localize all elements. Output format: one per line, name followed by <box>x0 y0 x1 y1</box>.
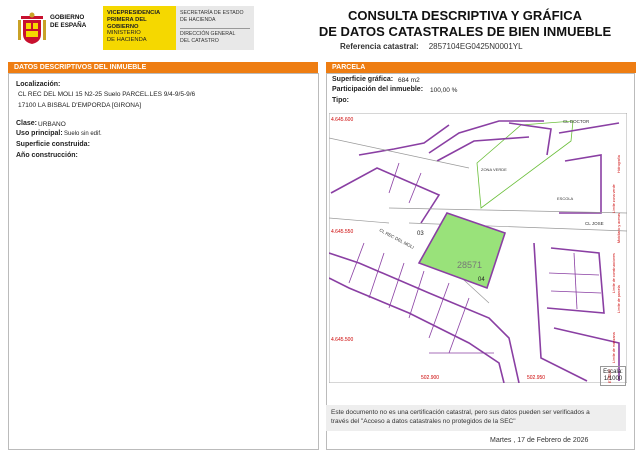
anio-construccion-label: Año construcción: <box>16 152 78 159</box>
disclaimer-notice: Este documento no es una certificación c… <box>326 405 626 431</box>
legend-4: Mobiliario y aceras <box>617 213 621 243</box>
parcel-number-04: 04 <box>478 277 485 283</box>
coord-northing-3: 4.645.500 <box>331 337 353 343</box>
yellow-line-1: VICEPRESIDENCIA <box>107 10 161 16</box>
right-section-title: PARCELA <box>326 62 636 73</box>
document-date: Martes , 17 de Febrero de 2026 <box>490 437 589 444</box>
clase-label: Clase: <box>16 120 38 127</box>
legend-2: Límite de parcela <box>617 285 621 313</box>
uso-label: Uso principal: <box>16 130 63 137</box>
scale-value: 1/1000 <box>603 376 623 382</box>
street-label-doctor: CL DOCTOR <box>563 119 590 124</box>
gov-name-2: DE ESPAÑA <box>50 21 87 29</box>
yellow-line-4: DE HACIENDA <box>107 37 147 43</box>
localizacion-label: Localización: <box>16 81 61 88</box>
gov-logo-block: GOBIERNO DE ESPAÑA VICEPRESIDENCIA PRIME… <box>8 6 254 50</box>
tipo-label: Tipo: <box>332 97 349 104</box>
uso-value: Suelo sin edif. <box>64 131 102 137</box>
notice-line-1: Este documento no es una certificación c… <box>331 409 590 416</box>
superficie-construida-label: Superficie construida: <box>16 141 90 148</box>
notice-line-2: través del "Acceso a datos catastrales n… <box>331 418 516 425</box>
coord-easting-1: 502.900 <box>421 375 439 381</box>
coord-northing-1: 4.645.600 <box>331 117 353 123</box>
legend-5: Límite zona verde <box>612 184 616 213</box>
gov-name-1: GOBIERNO <box>50 14 85 21</box>
document-title: CONSULTA DESCRIPTIVA Y GRÁFICA DE DATOS … <box>300 8 630 40</box>
escola-label: ESCOLA <box>557 196 574 201</box>
grey-top-1: SECRETARÍA DE ESTADO <box>180 10 244 16</box>
scale: Escala: 1/1000 <box>600 369 626 383</box>
scale-label: Escala: <box>603 369 623 375</box>
loc-line-2: 17100 LA BISBAL D'EMPORDA [GIRONA] <box>18 102 142 109</box>
legend-1: Límite de manzana <box>612 332 616 363</box>
ref-value: 2857104EG0425N0001YL <box>428 42 523 51</box>
title-line-2: DE DATOS CATASTRALES DE BIEN INMUEBLE <box>318 24 612 39</box>
reference-row: Referencia catastral: 2857104EG0425N0001Y… <box>340 42 523 51</box>
zona-verde-label: ZONA VERDE <box>481 167 507 172</box>
parcel-number-03: 03 <box>417 231 424 237</box>
grey-bottom-2: DEL CATASTRO <box>180 37 219 44</box>
superficie-grafica-value: 684 m2 <box>398 77 420 84</box>
title-line-1: CONSULTA DESCRIPTIVA Y GRÁFICA <box>347 8 582 23</box>
grey-bottom-1: DIRECCIÓN GENERAL <box>180 31 236 37</box>
ref-label: Referencia catastral: <box>340 42 419 51</box>
header: GOBIERNO DE ESPAÑA VICEPRESIDENCIA PRIME… <box>0 0 640 56</box>
coat-of-arms-icon <box>18 12 46 44</box>
loc-line-1: CL REC DEL MOLI 15 N2-25 Suelo PARCEL.LE… <box>18 91 196 98</box>
legend-3: Límite de construcciones <box>612 253 616 293</box>
clase-value: URBANO <box>38 121 66 128</box>
coord-easting-2: 502.950 <box>527 375 545 381</box>
legend-6: Hidrografía <box>617 155 621 173</box>
participacion-label: Participación del inmueble: <box>332 86 424 93</box>
yellow-line-3: MINISTERIO <box>107 30 141 36</box>
participacion-value: 100,00 % <box>430 87 458 94</box>
street-label-jose: CL JOSE <box>585 221 604 226</box>
left-section-title: DATOS DESCRIPTIVOS DEL INMUEBLE <box>8 62 318 73</box>
parcel-label: 28571 <box>457 260 482 270</box>
ministry-yellow-box: VICEPRESIDENCIA PRIMERA DEL GOBIERNO MIN… <box>103 6 176 50</box>
cadastral-map[interactable]: 28571 03 04 CL REC DEL MOLI CL DOCTOR CL… <box>329 113 627 383</box>
superficie-grafica-label: Superficie gráfica: <box>332 76 394 83</box>
catastro-grey-box: SECRETARÍA DE ESTADO DE HACIENDA DIRECCI… <box>176 6 254 50</box>
gobierno-logo: GOBIERNO DE ESPAÑA <box>8 6 103 50</box>
yellow-line-2: PRIMERA DEL GOBIERNO <box>107 17 147 30</box>
coord-northing-2: 4.645.550 <box>331 229 353 235</box>
grey-top-2: DE HACIENDA <box>180 16 216 23</box>
